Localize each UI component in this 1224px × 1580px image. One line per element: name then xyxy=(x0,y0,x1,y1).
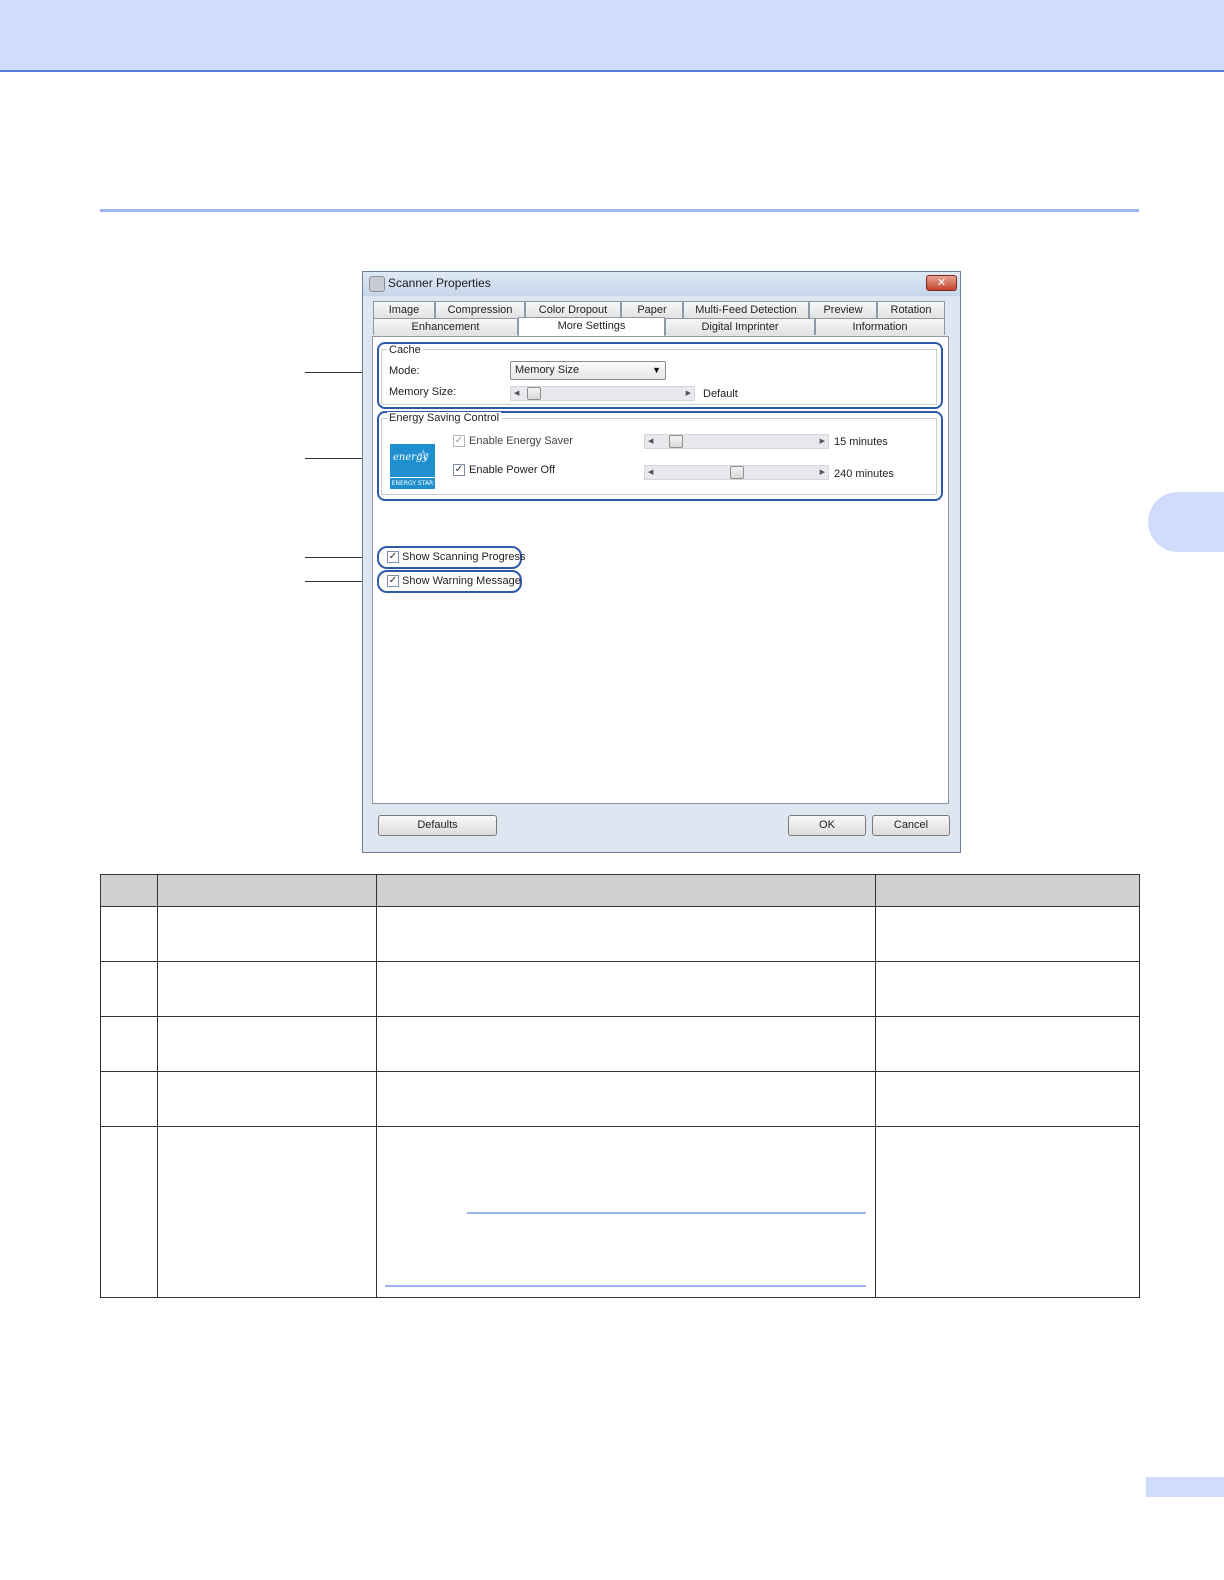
tab-enhancement[interactable]: Enhancement xyxy=(373,318,518,335)
slider-left-arrow-icon[interactable]: ◀ xyxy=(648,435,653,448)
memory-size-label: Memory Size: xyxy=(389,386,457,398)
memory-size-value: Default xyxy=(703,388,738,400)
cancel-button[interactable]: Cancel xyxy=(872,815,950,836)
table-cell xyxy=(376,1016,876,1072)
tab-multi-feed-detection[interactable]: Multi-Feed Detection xyxy=(683,301,809,318)
cache-group-title: Cache xyxy=(387,344,423,356)
show-scanning-progress-label: Show Scanning Progress xyxy=(402,551,526,563)
memory-size-slider-thumb[interactable] xyxy=(527,387,541,400)
energy-star-band: ENERGY STAR xyxy=(390,477,435,489)
table-cell xyxy=(100,1016,158,1072)
power-off-slider[interactable]: ◀ ▶ xyxy=(644,465,829,480)
note-bottom-rule xyxy=(385,1285,866,1287)
table-row xyxy=(100,1071,1140,1127)
slider-right-arrow-icon[interactable]: ▶ xyxy=(686,387,691,400)
table-cell xyxy=(100,1126,158,1298)
table-cell xyxy=(875,1126,1140,1298)
close-button[interactable]: ✕ xyxy=(926,275,957,291)
mode-select[interactable]: Memory Size ▼ xyxy=(510,361,666,380)
table-row xyxy=(100,1016,1140,1072)
page-header-banner xyxy=(0,0,1224,72)
table-header-cell xyxy=(157,874,377,907)
enable-power-off-checkbox[interactable]: ✓ xyxy=(453,464,465,476)
table-cell xyxy=(875,1071,1140,1127)
table-cell xyxy=(100,961,158,1017)
mode-label: Mode: xyxy=(389,365,420,377)
chevron-down-icon: ▼ xyxy=(652,365,661,375)
table-row xyxy=(100,961,1140,1017)
slider-left-arrow-icon[interactable]: ◀ xyxy=(648,466,653,479)
tab-rotation[interactable]: Rotation xyxy=(877,301,945,318)
table-header-cell xyxy=(875,874,1140,907)
scanner-icon xyxy=(369,276,385,292)
scanner-properties-dialog: Scanner Properties ✕ Image Compression C… xyxy=(362,271,961,853)
energy-star-logo: energy ☆ ENERGY STAR xyxy=(390,444,435,489)
table-header-cell xyxy=(100,874,158,907)
table-header-cell xyxy=(376,874,876,907)
enable-energy-saver-label: Enable Energy Saver xyxy=(469,435,573,447)
energy-saver-value: 15 minutes xyxy=(834,436,888,448)
table-row xyxy=(100,1126,1140,1298)
star-icon: ☆ xyxy=(417,448,430,464)
power-off-slider-thumb[interactable] xyxy=(730,466,744,479)
table-cell xyxy=(157,906,377,962)
table-cell xyxy=(875,961,1140,1017)
ok-button[interactable]: OK xyxy=(788,815,866,836)
tab-paper[interactable]: Paper xyxy=(621,301,683,318)
table-cell xyxy=(157,961,377,1017)
defaults-button[interactable]: Defaults xyxy=(378,815,497,836)
show-warning-message-label: Show Warning Message xyxy=(402,575,521,587)
tab-image[interactable]: Image xyxy=(373,301,435,318)
table-cell xyxy=(875,906,1140,962)
slider-right-arrow-icon[interactable]: ▶ xyxy=(820,435,825,448)
energy-saver-slider[interactable]: ◀ ▶ xyxy=(644,434,829,449)
slider-right-arrow-icon[interactable]: ▶ xyxy=(820,466,825,479)
energy-highlight-outline xyxy=(377,411,943,501)
table-cell xyxy=(875,1016,1140,1072)
note-top-rule xyxy=(467,1212,866,1214)
slider-left-arrow-icon[interactable]: ◀ xyxy=(514,387,519,400)
tab-digital-imprinter[interactable]: Digital Imprinter xyxy=(665,318,815,335)
tab-more-settings[interactable]: More Settings xyxy=(518,317,665,336)
show-warning-message-checkbox[interactable]: ✓ xyxy=(387,575,399,587)
table-header-row xyxy=(100,874,1140,907)
table-cell xyxy=(376,906,876,962)
energy-group-title: Energy Saving Control xyxy=(387,412,502,424)
show-scanning-progress-checkbox[interactable]: ✓ xyxy=(387,551,399,563)
tab-color-dropout[interactable]: Color Dropout xyxy=(525,301,621,318)
tab-information[interactable]: Information xyxy=(815,318,945,335)
settings-table xyxy=(100,874,1140,1298)
dialog-title: Scanner Properties xyxy=(388,276,491,290)
more-settings-panel: Cache Mode: Memory Size ▼ Memory Size: ◀… xyxy=(372,336,949,804)
table-cell xyxy=(157,1016,377,1072)
tab-compression[interactable]: Compression xyxy=(435,301,525,318)
table-cell xyxy=(157,1071,377,1127)
energy-saver-slider-thumb[interactable] xyxy=(669,435,683,448)
table-cell xyxy=(100,906,158,962)
power-off-value: 240 minutes xyxy=(834,468,894,480)
page-number-box xyxy=(1146,1477,1224,1497)
tab-preview[interactable]: Preview xyxy=(809,301,877,318)
enable-power-off-label: Enable Power Off xyxy=(469,464,556,476)
table-cell xyxy=(376,1071,876,1127)
table-cell xyxy=(100,1071,158,1127)
mode-select-value: Memory Size xyxy=(515,364,580,376)
table-cell xyxy=(157,1126,377,1298)
dialog-titlebar: Scanner Properties ✕ xyxy=(363,272,960,296)
table-cell xyxy=(376,961,876,1017)
memory-size-slider[interactable]: ◀ ▶ xyxy=(510,386,695,401)
enable-energy-saver-checkbox[interactable]: ✓ xyxy=(453,435,465,447)
table-cell xyxy=(376,1126,876,1298)
chapter-side-tab xyxy=(1148,492,1224,552)
table-row xyxy=(100,906,1140,962)
section-divider xyxy=(100,209,1139,212)
